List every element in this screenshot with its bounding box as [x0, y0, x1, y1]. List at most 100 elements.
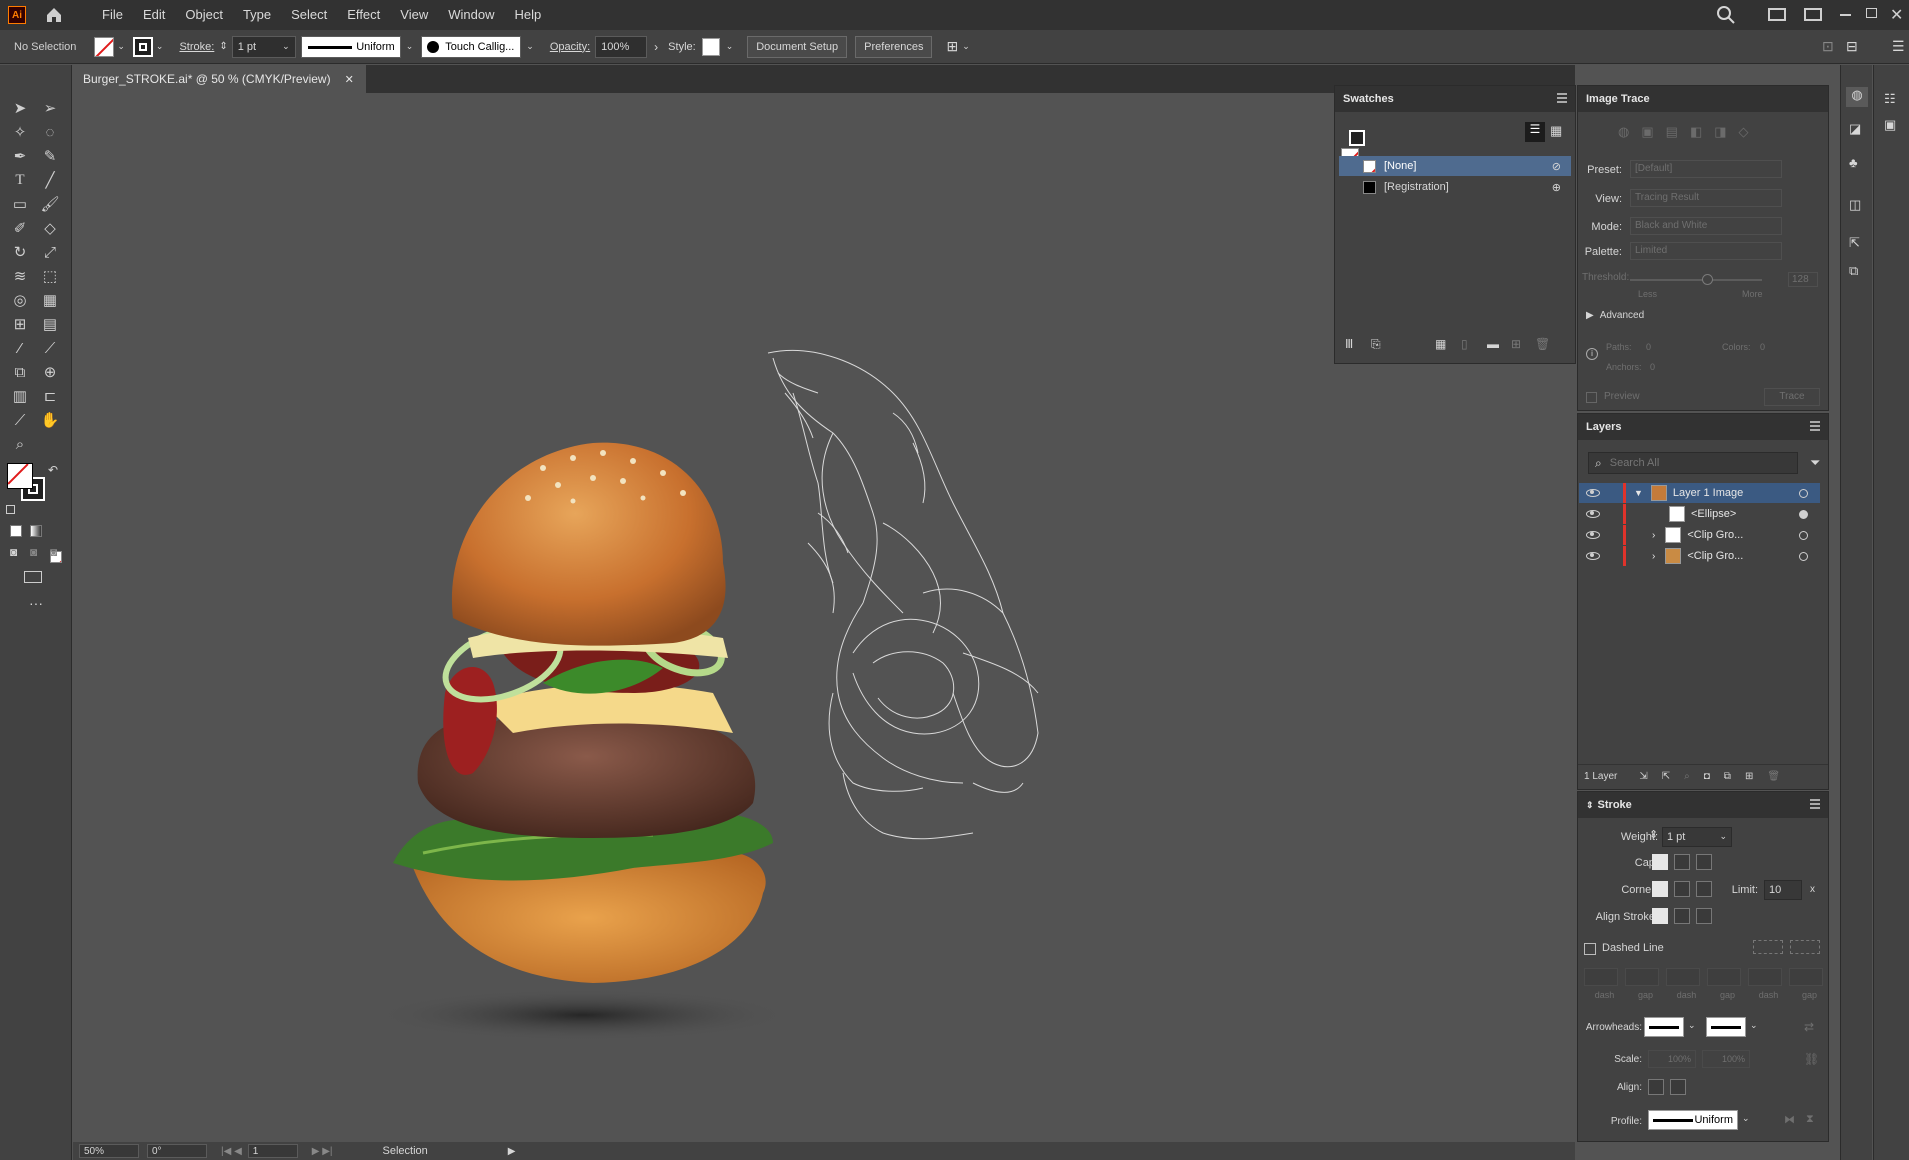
dash-preserve-icon[interactable]	[1753, 940, 1783, 954]
eyedropper-tool-icon[interactable]: ⁄	[8, 337, 32, 359]
projecting-cap-icon[interactable]	[1696, 854, 1712, 870]
hand-tool-icon[interactable]: ✋	[38, 409, 62, 431]
limit-field[interactable]: 10	[1764, 880, 1802, 900]
new-layer-icon[interactable]: ⊞	[1745, 771, 1753, 782]
opacity-field[interactable]: 100%	[595, 35, 648, 58]
selection-tool-icon[interactable]: ➤	[8, 97, 32, 119]
gap-field[interactable]	[1707, 968, 1741, 986]
menu-select[interactable]: Select	[281, 0, 337, 30]
swatches-panel-icon[interactable]: ◪	[1849, 121, 1861, 137]
swatch-options-icon[interactable]: ▦	[1435, 337, 1446, 351]
type-tool-icon[interactable]: T	[8, 169, 32, 191]
column-graph-tool-icon[interactable]: ▥	[8, 385, 32, 407]
advanced-toggle[interactable]: ▶ Advanced	[1586, 310, 1644, 321]
target-circle-icon[interactable]	[1799, 488, 1808, 498]
trash-icon[interactable]: 🗑	[1767, 771, 1780, 782]
visibility-eye-icon[interactable]	[1586, 531, 1600, 539]
artboard-field[interactable]: 1	[247, 1144, 298, 1158]
dash-field[interactable]	[1748, 968, 1782, 986]
target-circle-icon[interactable]	[1799, 551, 1808, 561]
swatch-row-none[interactable]: [None] ⊘	[1339, 156, 1571, 176]
color-mode-icon[interactable]	[10, 525, 22, 537]
swatch-libraries-icon[interactable]: Ⅲ	[1345, 337, 1353, 351]
blend-tool-icon[interactable]: ⧉	[8, 361, 32, 383]
panel-menu-icon[interactable]: ☰	[1892, 38, 1905, 55]
transform-icon[interactable]: ⊟	[1846, 38, 1858, 55]
mesh-tool-icon[interactable]: ⊞	[8, 313, 32, 335]
make-clipping-mask-icon[interactable]: ◘	[1704, 771, 1710, 782]
layer-row[interactable]: › <Clip Gro...	[1579, 525, 1820, 545]
graphic-style-swatch[interactable]	[701, 37, 720, 56]
stepper-icon[interactable]: ⇕	[219, 41, 227, 52]
grayscale-icon[interactable]: ◧	[1690, 124, 1702, 140]
chevron-right-icon[interactable]: ▶	[508, 1146, 516, 1157]
chevron-down-icon[interactable]: ⌄	[726, 41, 734, 52]
panel-menu-icon[interactable]	[1810, 799, 1820, 809]
dash-field[interactable]	[1666, 968, 1700, 986]
chevron-down-icon[interactable]: ⌄	[1688, 1020, 1696, 1031]
minimize-icon[interactable]	[1840, 14, 1851, 16]
menu-effect[interactable]: Effect	[337, 0, 390, 30]
chevron-down-icon[interactable]: ⌄	[962, 41, 970, 52]
gradient-tool-icon[interactable]: ▤	[38, 313, 62, 335]
collapse-icon[interactable]: ⇕	[1586, 800, 1594, 811]
trace-button[interactable]: Trace	[1764, 388, 1820, 406]
weight-field[interactable]: 1 pt ⌄	[1662, 827, 1732, 847]
link-scale-icon[interactable]: ⛓	[1804, 1052, 1819, 1066]
list-view-icon[interactable]: ☰	[1525, 122, 1545, 142]
stepper-icon[interactable]: ⇕	[1649, 828, 1658, 841]
grid-view-icon[interactable]: ▦	[1550, 123, 1562, 139]
arrange-documents-icon[interactable]	[1768, 8, 1786, 21]
swatch-row-registration[interactable]: [Registration] ⊕	[1339, 177, 1571, 197]
home-icon[interactable]	[44, 5, 64, 25]
palette-dropdown[interactable]: Limited	[1630, 242, 1782, 260]
butt-cap-icon[interactable]	[1652, 854, 1668, 870]
place-swatches-icon[interactable]: ⎘	[1371, 337, 1381, 352]
pen-tool-icon[interactable]: ✒	[8, 145, 32, 167]
visibility-eye-icon[interactable]	[1586, 552, 1600, 560]
top-bun[interactable]	[451, 442, 726, 646]
perspective-grid-tool-icon[interactable]: ▦	[38, 289, 62, 311]
menu-window[interactable]: Window	[438, 0, 504, 30]
menu-file[interactable]: File	[92, 0, 133, 30]
color-group-icon[interactable]: ▯	[1461, 337, 1468, 351]
filter-icon[interactable]: ⏷	[1810, 455, 1820, 471]
chevron-down-icon[interactable]: ⌄	[1742, 1113, 1750, 1124]
paintbrush-tool-icon[interactable]: 🖌	[38, 193, 62, 215]
stroke-swatch[interactable]	[132, 36, 153, 57]
scale-tool-icon[interactable]: ⤢	[38, 241, 62, 263]
restore-icon[interactable]	[1866, 8, 1877, 18]
draw-normal-icon[interactable]: ◙	[10, 545, 17, 559]
menu-type[interactable]: Type	[233, 0, 281, 30]
shaper-tool-icon[interactable]: ✐	[8, 217, 32, 239]
end-arrowhead-dropdown[interactable]	[1706, 1017, 1746, 1037]
more-tools-icon[interactable]: ···	[29, 595, 43, 611]
layer-row[interactable]: › <Clip Gro...	[1579, 546, 1820, 566]
symbol-sprayer-tool-icon[interactable]: ⊕	[38, 361, 62, 383]
visibility-eye-icon[interactable]	[1586, 489, 1600, 497]
stroke-swatch[interactable]	[1349, 130, 1365, 146]
chevron-down-icon[interactable]: ⌄	[156, 41, 164, 52]
target-circle-icon[interactable]	[1799, 509, 1808, 519]
lasso-tool-icon[interactable]: ◌	[38, 121, 62, 143]
auto-color-icon[interactable]: ◍	[1618, 124, 1629, 140]
chevron-down-icon[interactable]: ⌄	[406, 41, 414, 52]
low-color-icon[interactable]: ▤	[1666, 124, 1678, 140]
locate-object-icon[interactable]: ⌕	[1684, 771, 1690, 782]
chevron-down-icon[interactable]: ▼	[1634, 488, 1643, 498]
end-scale-field[interactable]: 100%	[1702, 1050, 1750, 1068]
document-setup-button[interactable]: Document Setup	[747, 35, 848, 58]
shape-builder-tool-icon[interactable]: ◎	[8, 289, 32, 311]
start-scale-field[interactable]: 100%	[1648, 1050, 1696, 1068]
default-fill-stroke-icon[interactable]	[6, 505, 15, 514]
workspace-icon[interactable]	[1804, 8, 1822, 21]
chevron-right-icon[interactable]: ›	[1652, 530, 1655, 541]
close-window-icon[interactable]: ✕	[1890, 5, 1903, 25]
stroke-weight-field[interactable]: 1 pt ⌄	[231, 35, 296, 58]
zoom-field[interactable]: 50%	[79, 1144, 139, 1158]
preview-checkbox[interactable]	[1586, 392, 1597, 403]
fill-swatch[interactable]	[94, 36, 115, 57]
collect-export-icon[interactable]: ⇲	[1639, 771, 1647, 782]
outline-icon[interactable]: ◇	[1739, 124, 1749, 140]
visibility-eye-icon[interactable]	[1586, 510, 1600, 518]
